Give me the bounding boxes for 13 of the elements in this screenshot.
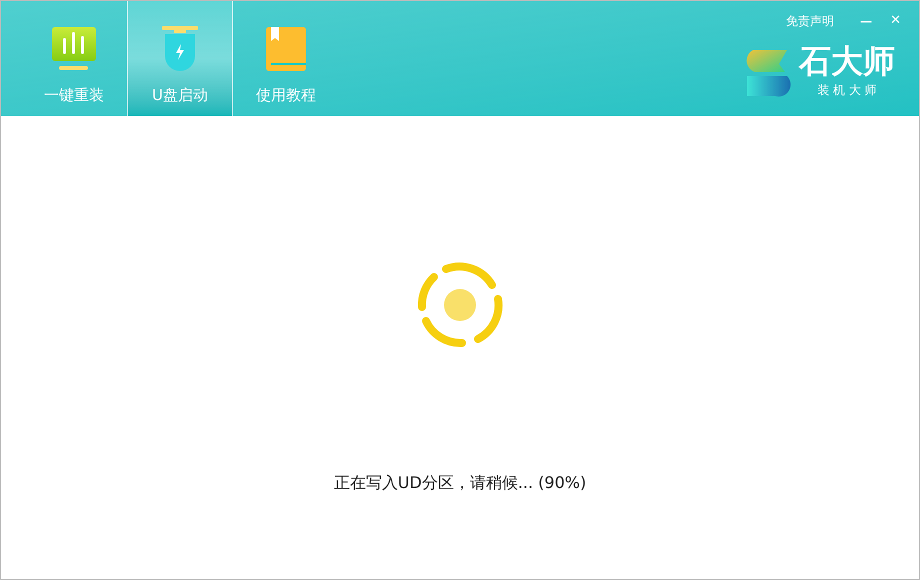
logo-tagline: 装 机 大 师 xyxy=(817,82,877,98)
chart-monitor-icon xyxy=(51,26,97,72)
loading-spinner-icon xyxy=(416,261,504,349)
usb-drive-icon xyxy=(160,26,200,72)
nav-tab[interactable]: U盘启动 xyxy=(127,1,233,116)
book-icon xyxy=(265,26,307,72)
disclaimer-link[interactable]: 免责声明 xyxy=(786,12,834,30)
nav-tab[interactable]: 一键重装 xyxy=(21,1,127,116)
progress-status-text: 正在写入UD分区，请稍候... (90%) xyxy=(334,472,586,494)
minimize-button[interactable]: — xyxy=(860,12,872,30)
logo-name: 石大师 xyxy=(799,44,895,76)
nav-tab[interactable]: 使用教程 xyxy=(233,1,339,116)
close-button[interactable]: ✕ xyxy=(890,11,901,30)
